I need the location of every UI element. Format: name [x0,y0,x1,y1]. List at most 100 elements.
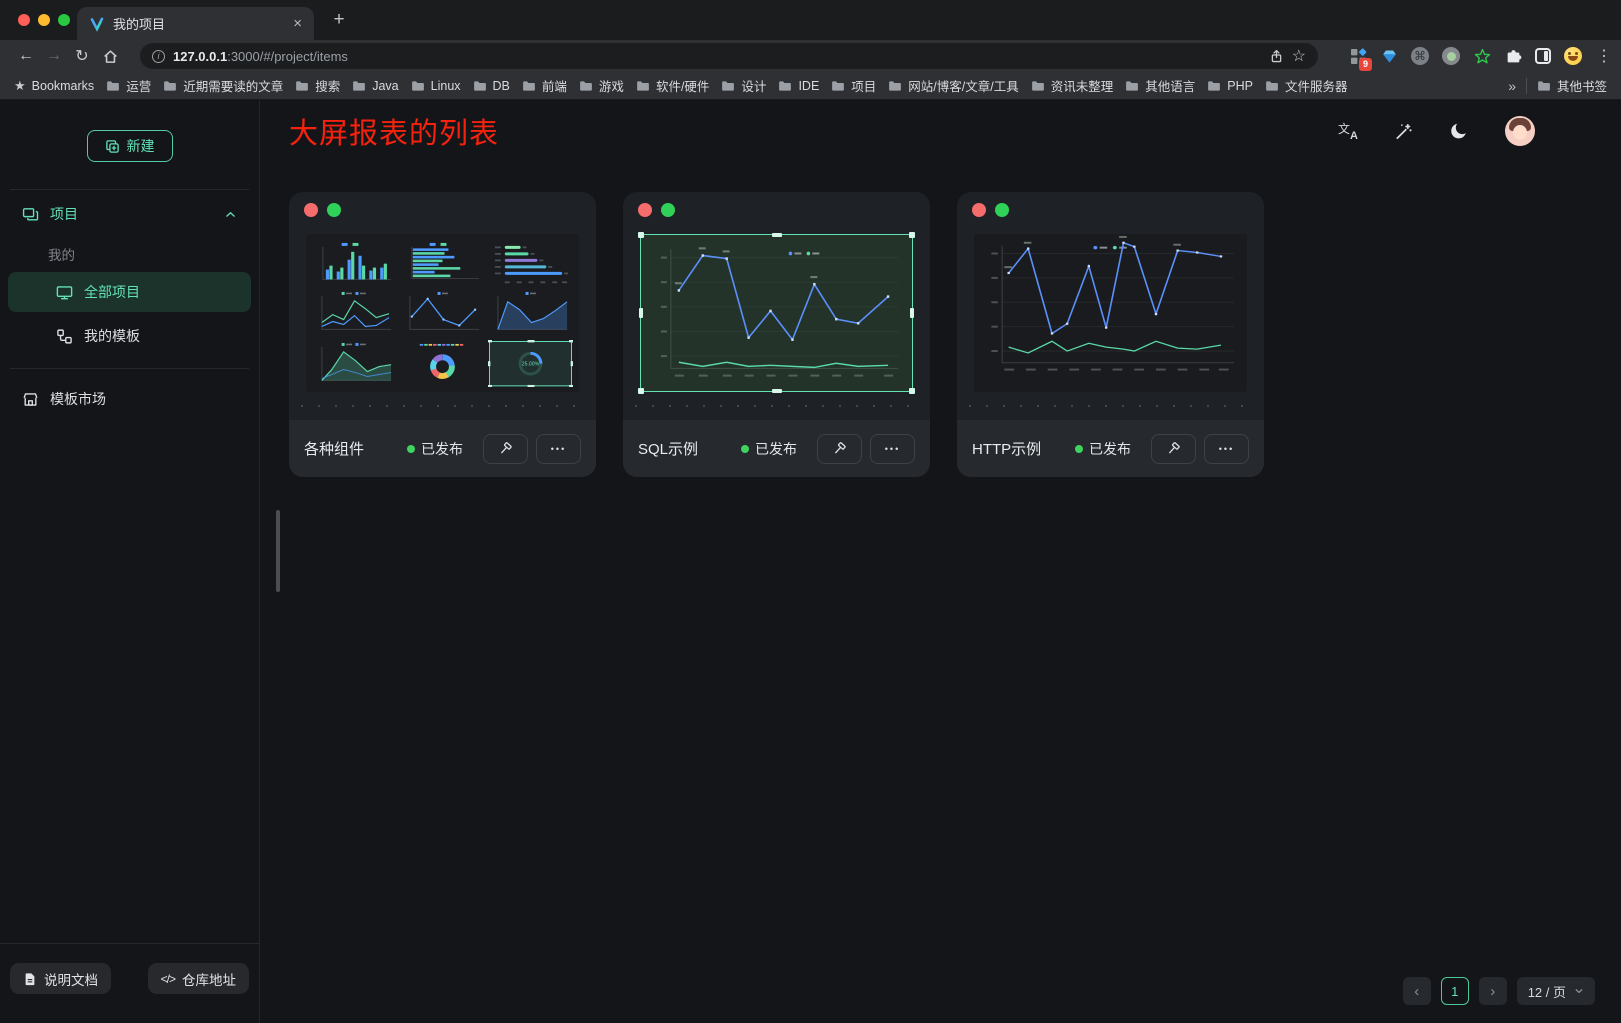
reload-icon[interactable]: ↻ [68,43,96,69]
folder-icon [411,79,425,93]
bookmark-folder[interactable]: 文件服务器 [1265,76,1348,95]
card-footer: 各种组件 已发布 ••• [289,420,596,477]
share-icon[interactable] [1269,49,1284,64]
new-tab-button[interactable]: + [327,8,351,32]
bookmark-folder[interactable]: 设计 [721,76,766,95]
bookmark-star-icon[interactable]: ☆ [1292,46,1306,66]
bookmark-folder[interactable]: DB [473,79,510,93]
sidebar-item-my-templates[interactable]: 我的模板 [0,314,259,358]
sidebar-item-template-market[interactable]: 模板市场 [0,377,259,421]
repo-button[interactable]: </> 仓库地址 [148,963,249,994]
green-star-extension-icon[interactable] [1473,47,1491,65]
bookmark-folder[interactable]: 前端 [522,76,567,95]
camera-dot [1447,52,1456,61]
gauge-value: 25.00% [522,361,540,367]
sidebar-group-project[interactable]: 项目 [0,190,259,238]
browser-tab-strip: 我的项目 × + [0,0,1621,40]
window-close-button[interactable] [18,14,30,26]
bookmark-folder[interactable]: 搜索 [295,76,340,95]
grid-extension-icon[interactable]: 9 [1349,47,1367,65]
bookmarks-right: » 其他书签 [1500,76,1607,95]
bookmark-folder[interactable]: PHP [1207,79,1253,93]
address-bar[interactable]: i 127.0.0.1:3000/#/project/items ☆ [140,43,1318,69]
more-actions-button[interactable]: ••• [1204,434,1249,464]
site-info-icon[interactable]: i [152,50,165,63]
bookmark-folder[interactable]: 资讯未整理 [1031,76,1114,95]
bookmark-folder[interactable]: Linux [411,79,461,93]
more-actions-button[interactable]: ••• [870,434,915,464]
bookmarks-overflow-icon[interactable]: » [1508,78,1516,94]
sidebar-divider [10,368,249,369]
next-page-button[interactable]: › [1479,977,1507,1005]
edit-project-button[interactable] [1151,434,1196,464]
folder-icon [1031,79,1045,93]
project-card: 25.00% 各种组件 已发布 ••• [289,192,596,477]
bookmark-folder[interactable]: 项目 [831,76,876,95]
bookmark-folder-label: 软件/硬件 [656,76,709,95]
window-controls [18,14,70,26]
current-page-button[interactable]: 1 [1441,977,1469,1005]
new-project-button[interactable]: 新建 [87,130,173,162]
sidebar-item-all-projects[interactable]: 全部项目 [8,272,251,312]
folder-icon [163,79,177,93]
more-actions-button[interactable]: ••• [536,434,581,464]
bookmark-folder[interactable]: 近期需要读的文章 [163,76,283,95]
bookmark-folder[interactable]: IDE [778,79,819,93]
project-card-list: 25.00% 各种组件 已发布 ••• [289,192,1264,477]
dotted-separator [969,405,1252,407]
scrollbar-thumb[interactable] [276,510,280,592]
project-thumbnail[interactable] [640,234,913,392]
project-thumbnail[interactable]: 25.00% [306,234,579,392]
gem-extension-icon[interactable] [1380,47,1398,65]
project-thumbnail[interactable] [974,234,1247,392]
bookmark-folder[interactable]: 游戏 [579,76,624,95]
user-avatar[interactable] [1505,116,1535,146]
browser-tab[interactable]: 我的项目 × [77,7,314,40]
bookmark-folder-label: 项目 [851,76,876,95]
window-zoom-button[interactable] [58,14,70,26]
page-size-select[interactable]: 12 / 页 [1517,977,1595,1005]
bookmark-folder[interactable]: 其他语言 [1125,76,1195,95]
translate-zh-glyph: 文 [1338,120,1350,137]
forward-icon[interactable]: → [40,43,68,69]
back-icon[interactable]: ← [12,43,40,69]
bookmark-folder-label: PHP [1227,79,1253,93]
bookmark-folder[interactable]: Java [352,79,398,93]
emoji-extension-icon[interactable] [1564,47,1582,65]
other-bookmarks-label: 其他书签 [1557,76,1607,95]
edit-project-button[interactable] [483,434,528,464]
new-project-label: 新建 [127,136,155,156]
chevron-down-icon [1574,986,1584,996]
bookmark-folder[interactable]: 软件/硬件 [636,76,709,95]
tab-close-icon[interactable]: × [293,15,302,32]
status-label: 已发布 [1089,439,1131,459]
home-icon[interactable] [96,43,124,69]
magic-wand-icon[interactable] [1394,122,1413,141]
goview-favicon [89,16,105,32]
dark-mode-moon-icon[interactable] [1449,121,1469,141]
url-text: 127.0.0.1:3000/#/project/items [173,49,348,64]
command-extension-icon[interactable]: ⌘ [1411,47,1429,65]
bookmark-folder-label: 搜索 [315,76,340,95]
folder-icon [1537,79,1551,93]
mini-hbar-chart [400,239,485,286]
docs-button-label: 说明文档 [44,969,98,989]
bookmarks-manager[interactable]: ★ Bookmarks [14,78,94,94]
puzzle-extensions-icon[interactable] [1504,47,1522,65]
language-toggle-icon[interactable]: 文 A [1338,122,1358,140]
bookmark-folder[interactable]: 运营 [106,76,151,95]
docs-button[interactable]: 说明文档 [10,963,111,994]
other-bookmarks[interactable]: 其他书签 [1537,76,1607,95]
chevron-up-icon[interactable] [224,208,237,221]
bookmark-folder-label: 游戏 [599,76,624,95]
reader-extension-icon[interactable] [1535,48,1551,64]
camera-extension-icon[interactable] [1442,47,1460,65]
bookmark-folder[interactable]: 网站/博客/文章/工具 [888,76,1018,95]
edit-project-button[interactable] [817,434,862,464]
prev-page-button[interactable]: ‹ [1403,977,1431,1005]
card-window-dots [304,203,341,217]
browser-menu-icon[interactable]: ⋮ [1595,47,1613,65]
window-minimize-button[interactable] [38,14,50,26]
ellipsis-icon: ••• [885,444,900,454]
card-footer: HTTP示例 已发布 ••• [957,420,1264,477]
